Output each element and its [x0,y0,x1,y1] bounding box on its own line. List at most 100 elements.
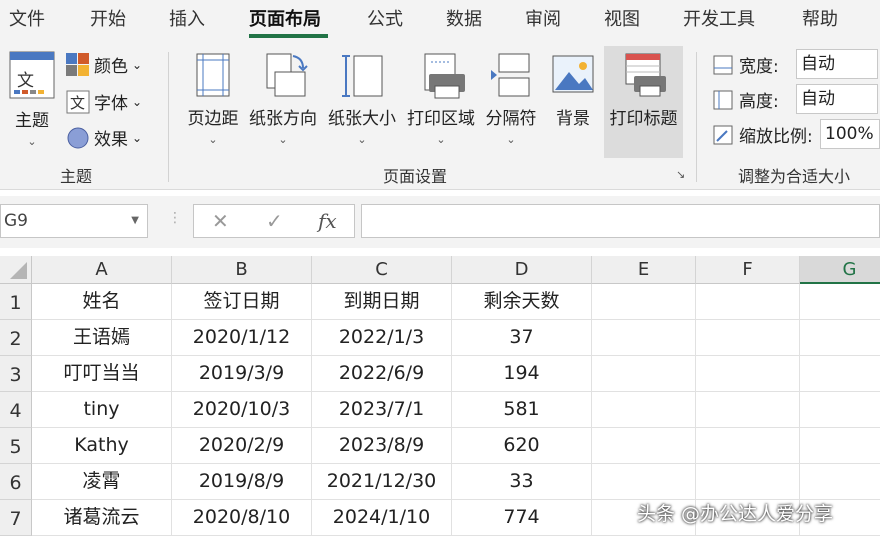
row-header[interactable]: 2 [0,320,32,356]
table-cell[interactable] [592,464,696,500]
name-box-value: G9 [4,211,28,231]
row-header[interactable]: 1 [0,284,32,320]
header-cell[interactable] [696,284,800,320]
tab-home[interactable]: 开始 [90,0,126,40]
header-cell[interactable] [800,284,880,320]
column-header-g[interactable]: G [800,256,880,284]
table-cell[interactable] [800,356,880,392]
table-cell[interactable]: 774 [452,500,592,536]
tab-formulas[interactable]: 公式 [367,0,403,40]
chevron-down-icon: ⌄ [27,135,37,148]
row-header[interactable]: 5 [0,428,32,464]
table-cell[interactable] [592,392,696,428]
tab-insert[interactable]: 插入 [169,0,205,40]
table-cell[interactable] [592,428,696,464]
header-cell[interactable]: 姓名 [32,284,172,320]
column-header-e[interactable]: E [592,256,696,284]
fonts-button[interactable]: 文 字体 ⌄ [66,89,142,114]
watermark-text: 头条 @办公达人爱分享 [637,503,834,525]
table-cell[interactable]: Kathy [32,428,172,464]
chevron-down-icon: ⌄ [436,133,446,146]
table-cell[interactable] [696,356,800,392]
table-cell[interactable]: 194 [452,356,592,392]
table-cell[interactable]: 2021/12/30 [312,464,452,500]
scale-input[interactable]: 100% [820,119,880,149]
orientation-button[interactable]: 纸张方向 ⌄ [245,50,321,146]
row-header[interactable]: 3 [0,356,32,392]
table-cell[interactable]: 2023/8/9 [312,428,452,464]
height-select[interactable]: 自动 [796,84,878,114]
width-select[interactable]: 自动 [796,49,878,79]
table-cell[interactable]: 2020/2/9 [172,428,312,464]
table-cell[interactable] [696,392,800,428]
tab-review[interactable]: 审阅 [525,0,561,40]
name-box[interactable]: G9 ▼ [0,204,148,238]
header-cell[interactable] [592,284,696,320]
table-cell[interactable]: 2022/6/9 [312,356,452,392]
table-cell[interactable] [696,428,800,464]
table-cell[interactable]: 2020/1/12 [172,320,312,356]
table-cell[interactable]: 620 [452,428,592,464]
header-cell[interactable]: 签订日期 [172,284,312,320]
table-cell[interactable]: 王语嫣 [32,320,172,356]
print-titles-button[interactable]: 打印标题 [604,50,683,129]
colors-button[interactable]: 颜色 ⌄ [66,52,142,77]
header-cell[interactable]: 剩余天数 [452,284,592,320]
dialog-launcher-icon[interactable]: ↘ [676,168,685,181]
effects-button[interactable]: 效果 ⌄ [66,125,142,150]
table-cell[interactable] [800,392,880,428]
drag-handle-icon[interactable]: ⋮ [168,210,182,226]
column-header-a[interactable]: A [32,256,172,284]
column-header-f[interactable]: F [696,256,800,284]
table-cell[interactable] [696,320,800,356]
margins-label: 页边距 [187,109,239,129]
column-header-c[interactable]: C [312,256,452,284]
dropdown-arrow-icon[interactable]: ▼ [131,205,139,237]
margins-button[interactable]: 页边距 ⌄ [183,50,243,146]
breaks-button[interactable]: 分隔符 ⌄ [481,50,541,146]
select-all-corner[interactable] [0,256,32,284]
enter-icon[interactable]: ✓ [266,205,283,237]
table-cell[interactable]: 诸葛流云 [32,500,172,536]
scale-label-row: 缩放比例: [711,122,813,147]
table-cell[interactable] [592,320,696,356]
row-header[interactable]: 6 [0,464,32,500]
column-header-d[interactable]: D [452,256,592,284]
table-cell[interactable]: 33 [452,464,592,500]
paper-size-button[interactable]: 纸张大小 ⌄ [324,50,400,146]
table-cell[interactable]: 2023/7/1 [312,392,452,428]
cancel-icon[interactable]: ✕ [212,205,229,237]
table-cell[interactable]: 2019/8/9 [172,464,312,500]
table-cell[interactable]: 2020/10/3 [172,392,312,428]
table-cell[interactable] [800,320,880,356]
row-header[interactable]: 7 [0,500,32,536]
formula-input[interactable] [361,204,880,238]
tab-developer[interactable]: 开发工具 [683,0,755,40]
table-cell[interactable]: 2020/8/10 [172,500,312,536]
table-cell[interactable]: 叮叮当当 [32,356,172,392]
table-cell[interactable]: 2019/3/9 [172,356,312,392]
table-cell[interactable]: 2022/1/3 [312,320,452,356]
height-label: 高度: [739,92,779,112]
tab-file[interactable]: 文件 [9,0,45,40]
table-cell[interactable] [592,356,696,392]
tab-data[interactable]: 数据 [446,0,482,40]
table-cell[interactable]: 凌霄 [32,464,172,500]
table-cell[interactable]: 37 [452,320,592,356]
themes-button[interactable]: 文 主题 ⌄ [6,50,58,148]
background-button[interactable]: 背景 [548,50,598,129]
table-cell[interactable]: tiny [32,392,172,428]
table-cell[interactable] [800,464,880,500]
tab-view[interactable]: 视图 [604,0,640,40]
header-cell[interactable]: 到期日期 [312,284,452,320]
row-header[interactable]: 4 [0,392,32,428]
table-cell[interactable] [696,464,800,500]
column-header-b[interactable]: B [172,256,312,284]
tab-help[interactable]: 帮助 [802,0,838,40]
table-cell[interactable]: 581 [452,392,592,428]
table-cell[interactable]: 2024/1/10 [312,500,452,536]
ribbon-tabs: 文件 开始 插入 页面布局 公式 数据 审阅 视图 开发工具 帮助 [0,0,880,40]
print-area-button[interactable]: 打印区域 ⌄ [403,50,479,146]
insert-function-icon[interactable]: fx [318,205,337,237]
table-cell[interactable] [800,428,880,464]
